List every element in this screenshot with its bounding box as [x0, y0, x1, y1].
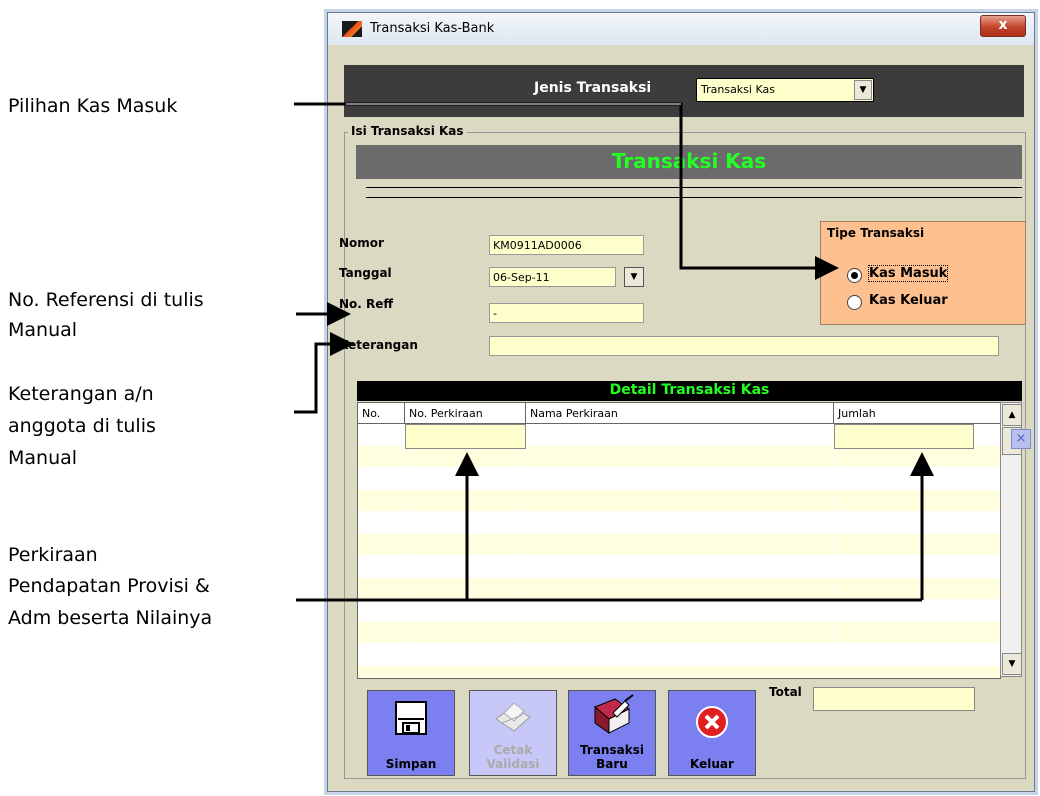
- arrow-keterangan: [294, 332, 354, 414]
- arrow-pilihan: [294, 102, 839, 280]
- annotation-arrows: [294, 102, 934, 602]
